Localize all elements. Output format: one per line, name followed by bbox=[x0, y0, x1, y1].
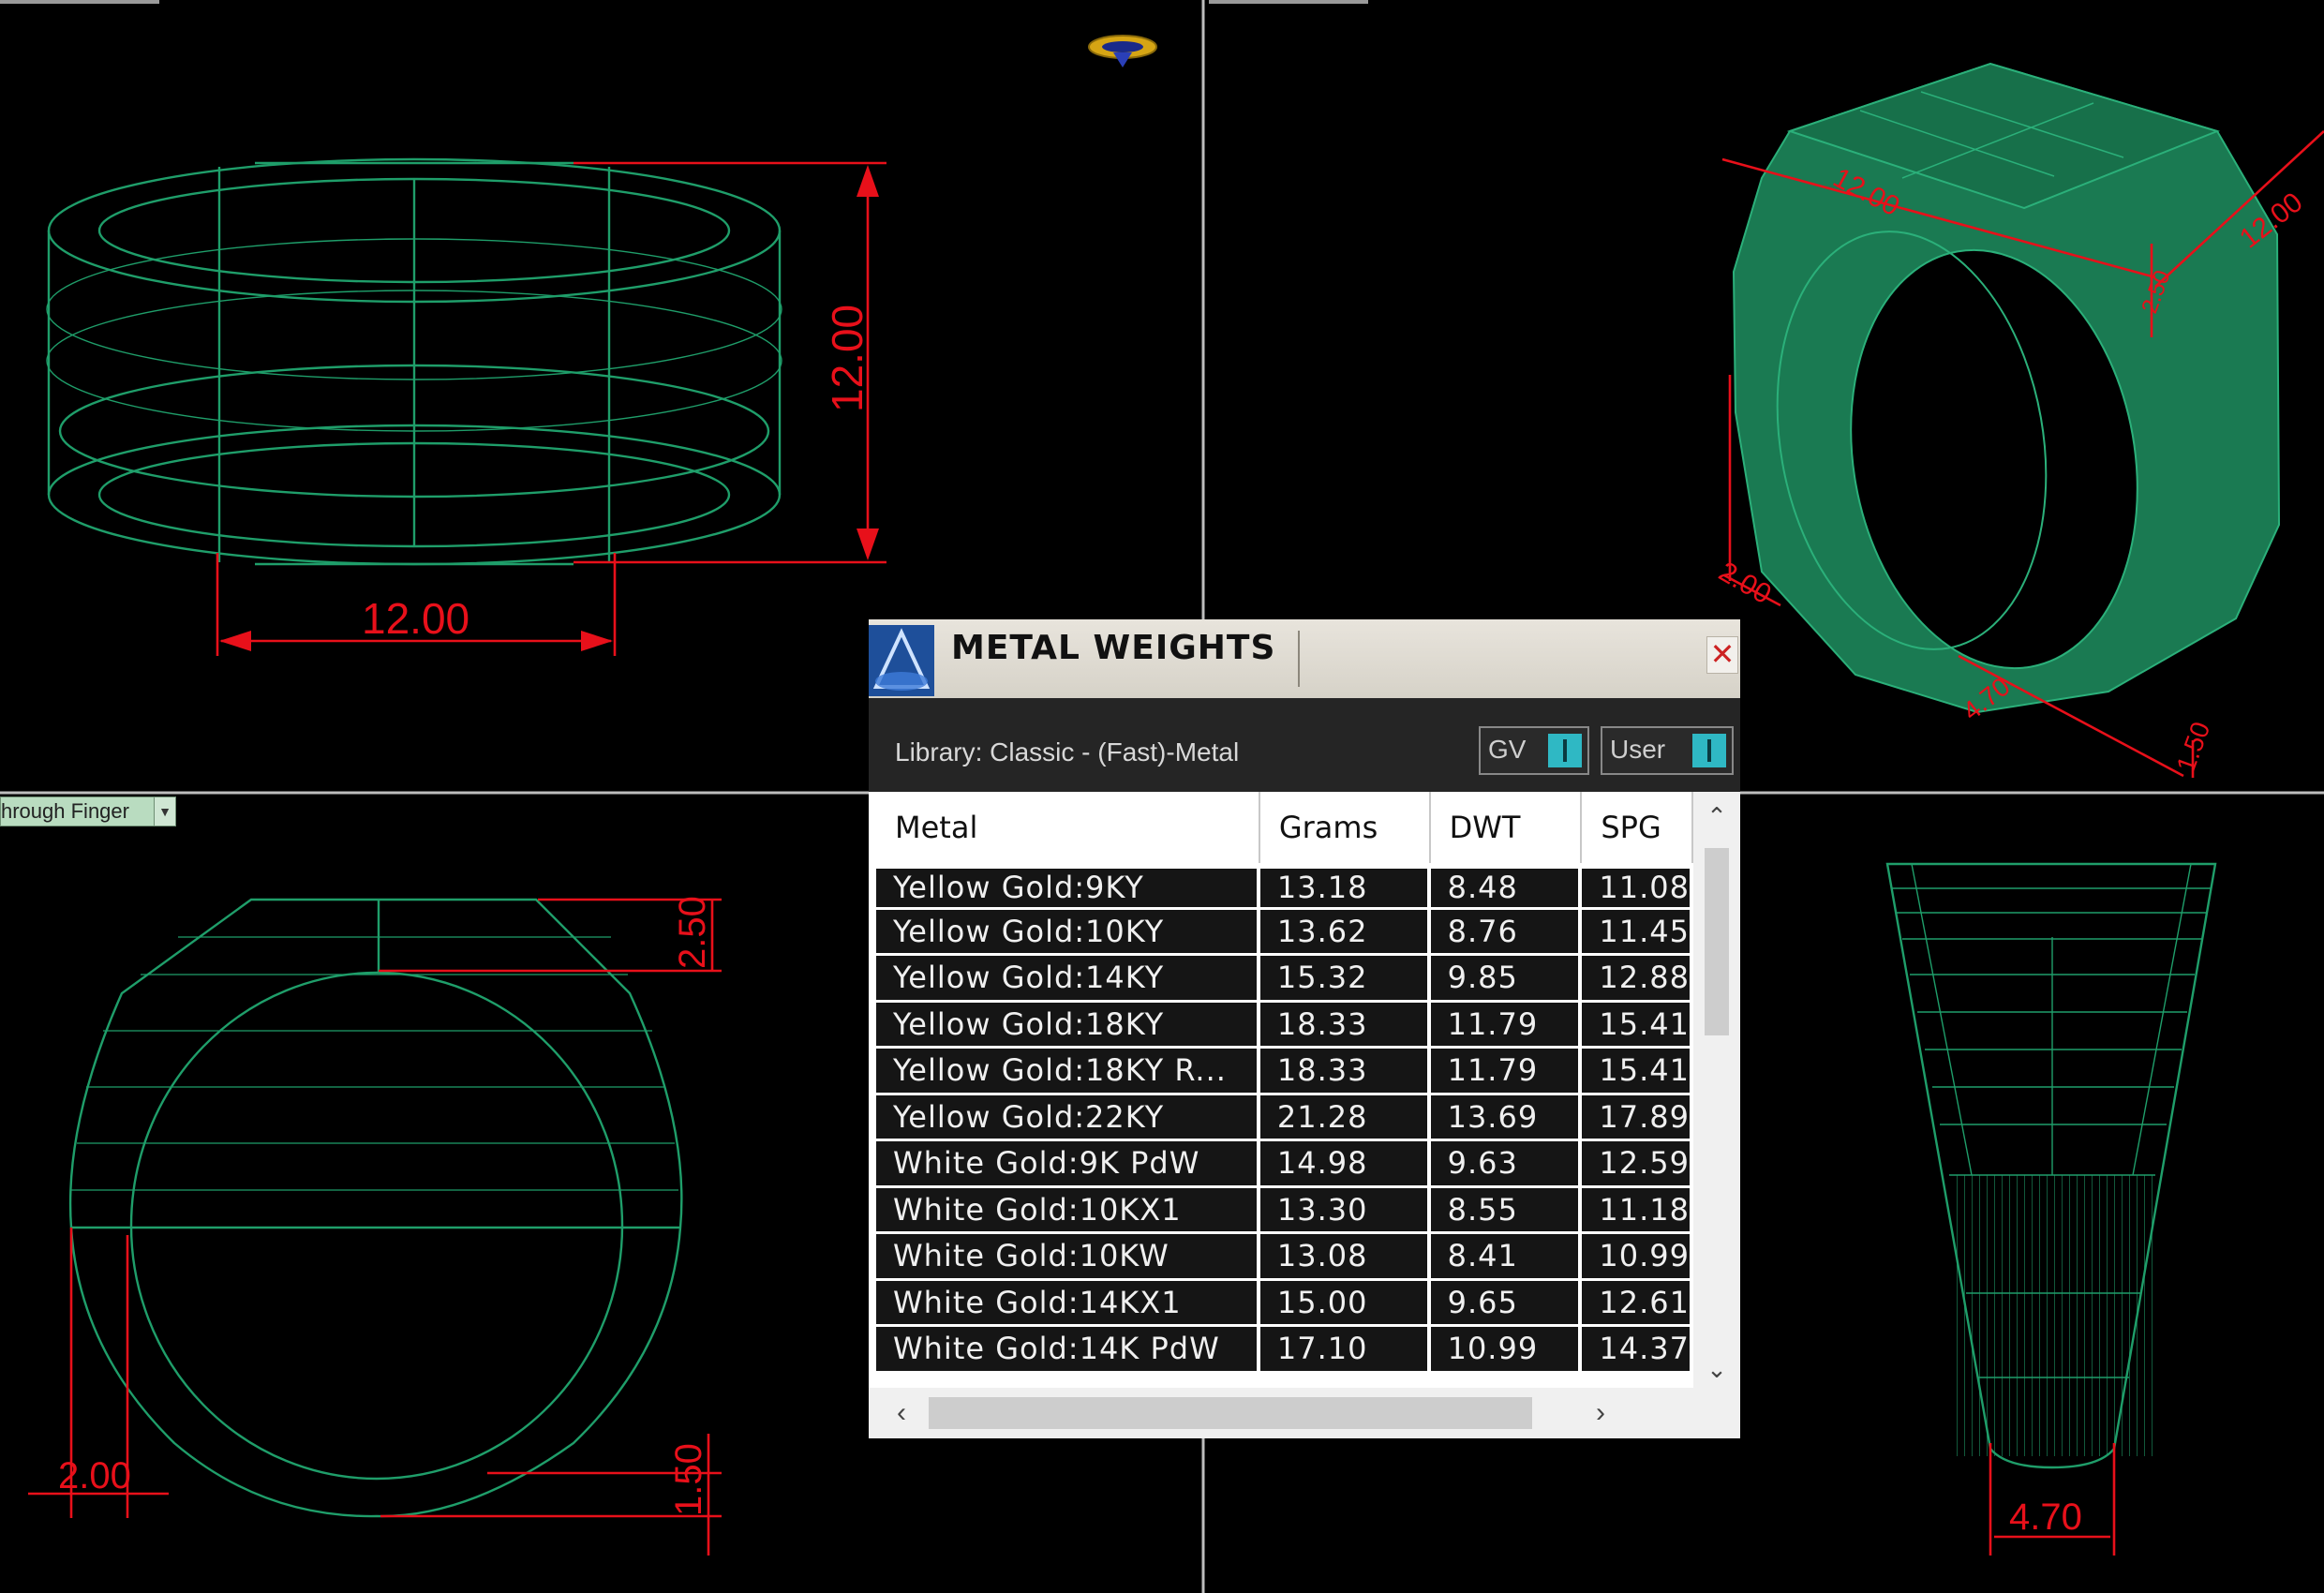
bl-side-width-dim: 2.00 bbox=[58, 1455, 131, 1496]
dwt-cell: 8.76 bbox=[1430, 909, 1583, 956]
grams-cell: 14.98 bbox=[1259, 1141, 1431, 1188]
grams-cell: 13.62 bbox=[1259, 909, 1431, 956]
metal-name-cell: White Gold:10KW bbox=[876, 1234, 1260, 1281]
br-bottom-width-dim: 4.70 bbox=[2009, 1496, 2082, 1538]
metal-weights-table: Metal Grams DWT SPG Yellow Gold:9KY 13.18… bbox=[876, 792, 1693, 1374]
dwt-cell: 8.55 bbox=[1430, 1187, 1583, 1234]
bl-bottom-thickness-dim: 1.50 bbox=[668, 1443, 709, 1516]
spg-cell: 15.41 bbox=[1582, 1002, 1693, 1049]
grams-cell: 18.33 bbox=[1259, 1049, 1431, 1095]
spg-cell: 12.88 bbox=[1582, 956, 1693, 1003]
metal-name-cell: Yellow Gold:14KY bbox=[876, 956, 1260, 1003]
titlebar-separator bbox=[1298, 631, 1300, 687]
dwt-cell: 8.48 bbox=[1430, 863, 1583, 910]
spg-cell: 11.08 bbox=[1582, 863, 1693, 910]
metal-name-cell: Yellow Gold:22KY bbox=[876, 1094, 1260, 1141]
grams-cell: 13.08 bbox=[1259, 1234, 1431, 1281]
spg-cell: 11.18 bbox=[1582, 1187, 1693, 1234]
vertical-scrollbar[interactable]: ⌃ ⌄ bbox=[1693, 792, 1740, 1388]
metal-name-cell: White Gold:14KX1 bbox=[876, 1280, 1260, 1327]
spg-cell: 14.37 bbox=[1582, 1327, 1693, 1374]
viewport-view-label: hrough Finger bbox=[1, 799, 129, 823]
metal-name-cell: White Gold:9K PdW bbox=[876, 1141, 1260, 1188]
grams-cell: 18.33 bbox=[1259, 1002, 1431, 1049]
tr-bottom-thickness-dim: 1.50 bbox=[2171, 718, 2216, 776]
tl-width-dim: 12.00 bbox=[362, 594, 469, 643]
horizontal-scrollbar[interactable]: ‹ › bbox=[869, 1388, 1740, 1438]
spg-cell: 10.99 bbox=[1582, 1234, 1693, 1281]
gv-toggle[interactable]: GV bbox=[1479, 726, 1589, 775]
table-row[interactable]: Yellow Gold:10KY 13.62 8.76 11.45 bbox=[876, 909, 1693, 956]
dwt-cell: 13.69 bbox=[1430, 1094, 1583, 1141]
viewport-side-view[interactable]: 2.50 2.00 1.50 bbox=[28, 896, 722, 1556]
dwt-cell: 10.99 bbox=[1430, 1327, 1583, 1374]
grams-cell: 13.18 bbox=[1259, 863, 1431, 910]
viewport-right-view[interactable]: 4.70 bbox=[1885, 862, 2217, 1556]
spg-cell: 17.89 bbox=[1582, 1094, 1693, 1141]
table-row[interactable]: White Gold:14KX1 15.00 9.65 12.61 bbox=[876, 1280, 1693, 1327]
dialog-titlebar[interactable]: METAL WEIGHTS ✕ bbox=[869, 619, 1740, 699]
spg-cell: 11.45 bbox=[1582, 909, 1693, 956]
dwt-cell: 11.79 bbox=[1430, 1049, 1583, 1095]
chevron-right-icon[interactable]: › bbox=[1577, 1388, 1624, 1438]
dwt-cell: 9.65 bbox=[1430, 1280, 1583, 1327]
dwt-cell: 9.63 bbox=[1430, 1141, 1583, 1188]
toggle-knob-icon bbox=[1692, 734, 1726, 767]
table-row[interactable]: Yellow Gold:14KY 15.32 9.85 12.88 bbox=[876, 956, 1693, 1003]
grams-cell: 15.00 bbox=[1259, 1280, 1431, 1327]
chevron-down-icon[interactable]: ▼ bbox=[154, 797, 175, 826]
metal-table-container[interactable]: Metal Grams DWT SPG Yellow Gold:9KY 13.18… bbox=[869, 792, 1693, 1388]
viewport-front-view[interactable]: 12.00 12.00 bbox=[46, 157, 886, 656]
metal-weights-dialog: METAL WEIGHTS ✕ Library: Classic - (Fast… bbox=[869, 619, 1740, 1438]
bl-top-thickness-dim: 2.50 bbox=[672, 896, 713, 969]
table-row[interactable]: Yellow Gold:18KY 18.33 11.79 15.41 bbox=[876, 1002, 1693, 1049]
spg-cell: 15.41 bbox=[1582, 1049, 1693, 1095]
table-row[interactable]: White Gold:9K PdW 14.98 9.63 12.59 bbox=[876, 1141, 1693, 1188]
column-header-metal[interactable]: Metal bbox=[876, 792, 1260, 863]
table-row[interactable]: Yellow Gold:22KY 21.28 13.69 17.89 bbox=[876, 1094, 1693, 1141]
chevron-down-icon[interactable]: ⌄ bbox=[1693, 1350, 1740, 1388]
metal-name-cell: Yellow Gold:10KY bbox=[876, 909, 1260, 956]
chevron-left-icon[interactable]: ‹ bbox=[878, 1388, 925, 1438]
grams-cell: 21.28 bbox=[1259, 1094, 1431, 1141]
user-toggle-label: User bbox=[1610, 735, 1666, 764]
spg-cell: 12.61 bbox=[1582, 1280, 1693, 1327]
close-button[interactable]: ✕ bbox=[1706, 636, 1738, 674]
viewport-view-dropdown[interactable]: hrough Finger ▼ bbox=[0, 796, 176, 826]
app-logo-icon bbox=[869, 625, 934, 696]
navigation-gizmo-icon[interactable] bbox=[1085, 28, 1160, 69]
dwt-cell: 8.41 bbox=[1430, 1234, 1583, 1281]
viewport-perspective-view[interactable]: 12.00 12.00 2.50 2.00 4.70 1.50 bbox=[1714, 62, 2324, 778]
chevron-up-icon[interactable]: ⌃ bbox=[1693, 797, 1740, 835]
column-header-dwt[interactable]: DWT bbox=[1430, 792, 1583, 863]
metal-name-cell: White Gold:10KX1 bbox=[876, 1187, 1260, 1234]
dwt-cell: 9.85 bbox=[1430, 956, 1583, 1003]
table-row[interactable]: White Gold:10KW 13.08 8.41 10.99 bbox=[876, 1234, 1693, 1281]
gv-toggle-label: GV bbox=[1488, 735, 1527, 764]
scroll-thumb[interactable] bbox=[929, 1397, 1532, 1429]
user-toggle[interactable]: User bbox=[1601, 726, 1734, 775]
tl-height-dim: 12.00 bbox=[823, 305, 872, 412]
table-row[interactable]: White Gold:14K PdW 17.10 10.99 14.37 bbox=[876, 1327, 1693, 1374]
dialog-title: METAL WEIGHTS bbox=[951, 629, 1276, 667]
table-row[interactable]: Yellow Gold:9KY 13.18 8.48 11.08 bbox=[876, 863, 1693, 910]
toggle-knob-icon bbox=[1548, 734, 1582, 767]
metal-name-cell: Yellow Gold:18KY bbox=[876, 1002, 1260, 1049]
scroll-thumb[interactable] bbox=[1705, 848, 1729, 1035]
grams-cell: 17.10 bbox=[1259, 1327, 1431, 1374]
table-row[interactable]: Yellow Gold:18KY R... 18.33 11.79 15.41 bbox=[876, 1049, 1693, 1095]
column-header-spg[interactable]: SPG bbox=[1582, 792, 1693, 863]
metal-name-cell: White Gold:14K PdW bbox=[876, 1327, 1260, 1374]
metal-name-cell: Yellow Gold:18KY R... bbox=[876, 1049, 1260, 1095]
column-header-grams[interactable]: Grams bbox=[1259, 792, 1431, 863]
grams-cell: 15.32 bbox=[1259, 956, 1431, 1003]
grams-cell: 13.30 bbox=[1259, 1187, 1431, 1234]
table-row[interactable]: White Gold:10KX1 13.30 8.55 11.18 bbox=[876, 1187, 1693, 1234]
metal-name-cell: Yellow Gold:9KY bbox=[876, 863, 1260, 910]
dwt-cell: 11.79 bbox=[1430, 1002, 1583, 1049]
spg-cell: 12.59 bbox=[1582, 1141, 1693, 1188]
library-label: Library: Classic - (Fast)-Metal bbox=[895, 737, 1240, 767]
